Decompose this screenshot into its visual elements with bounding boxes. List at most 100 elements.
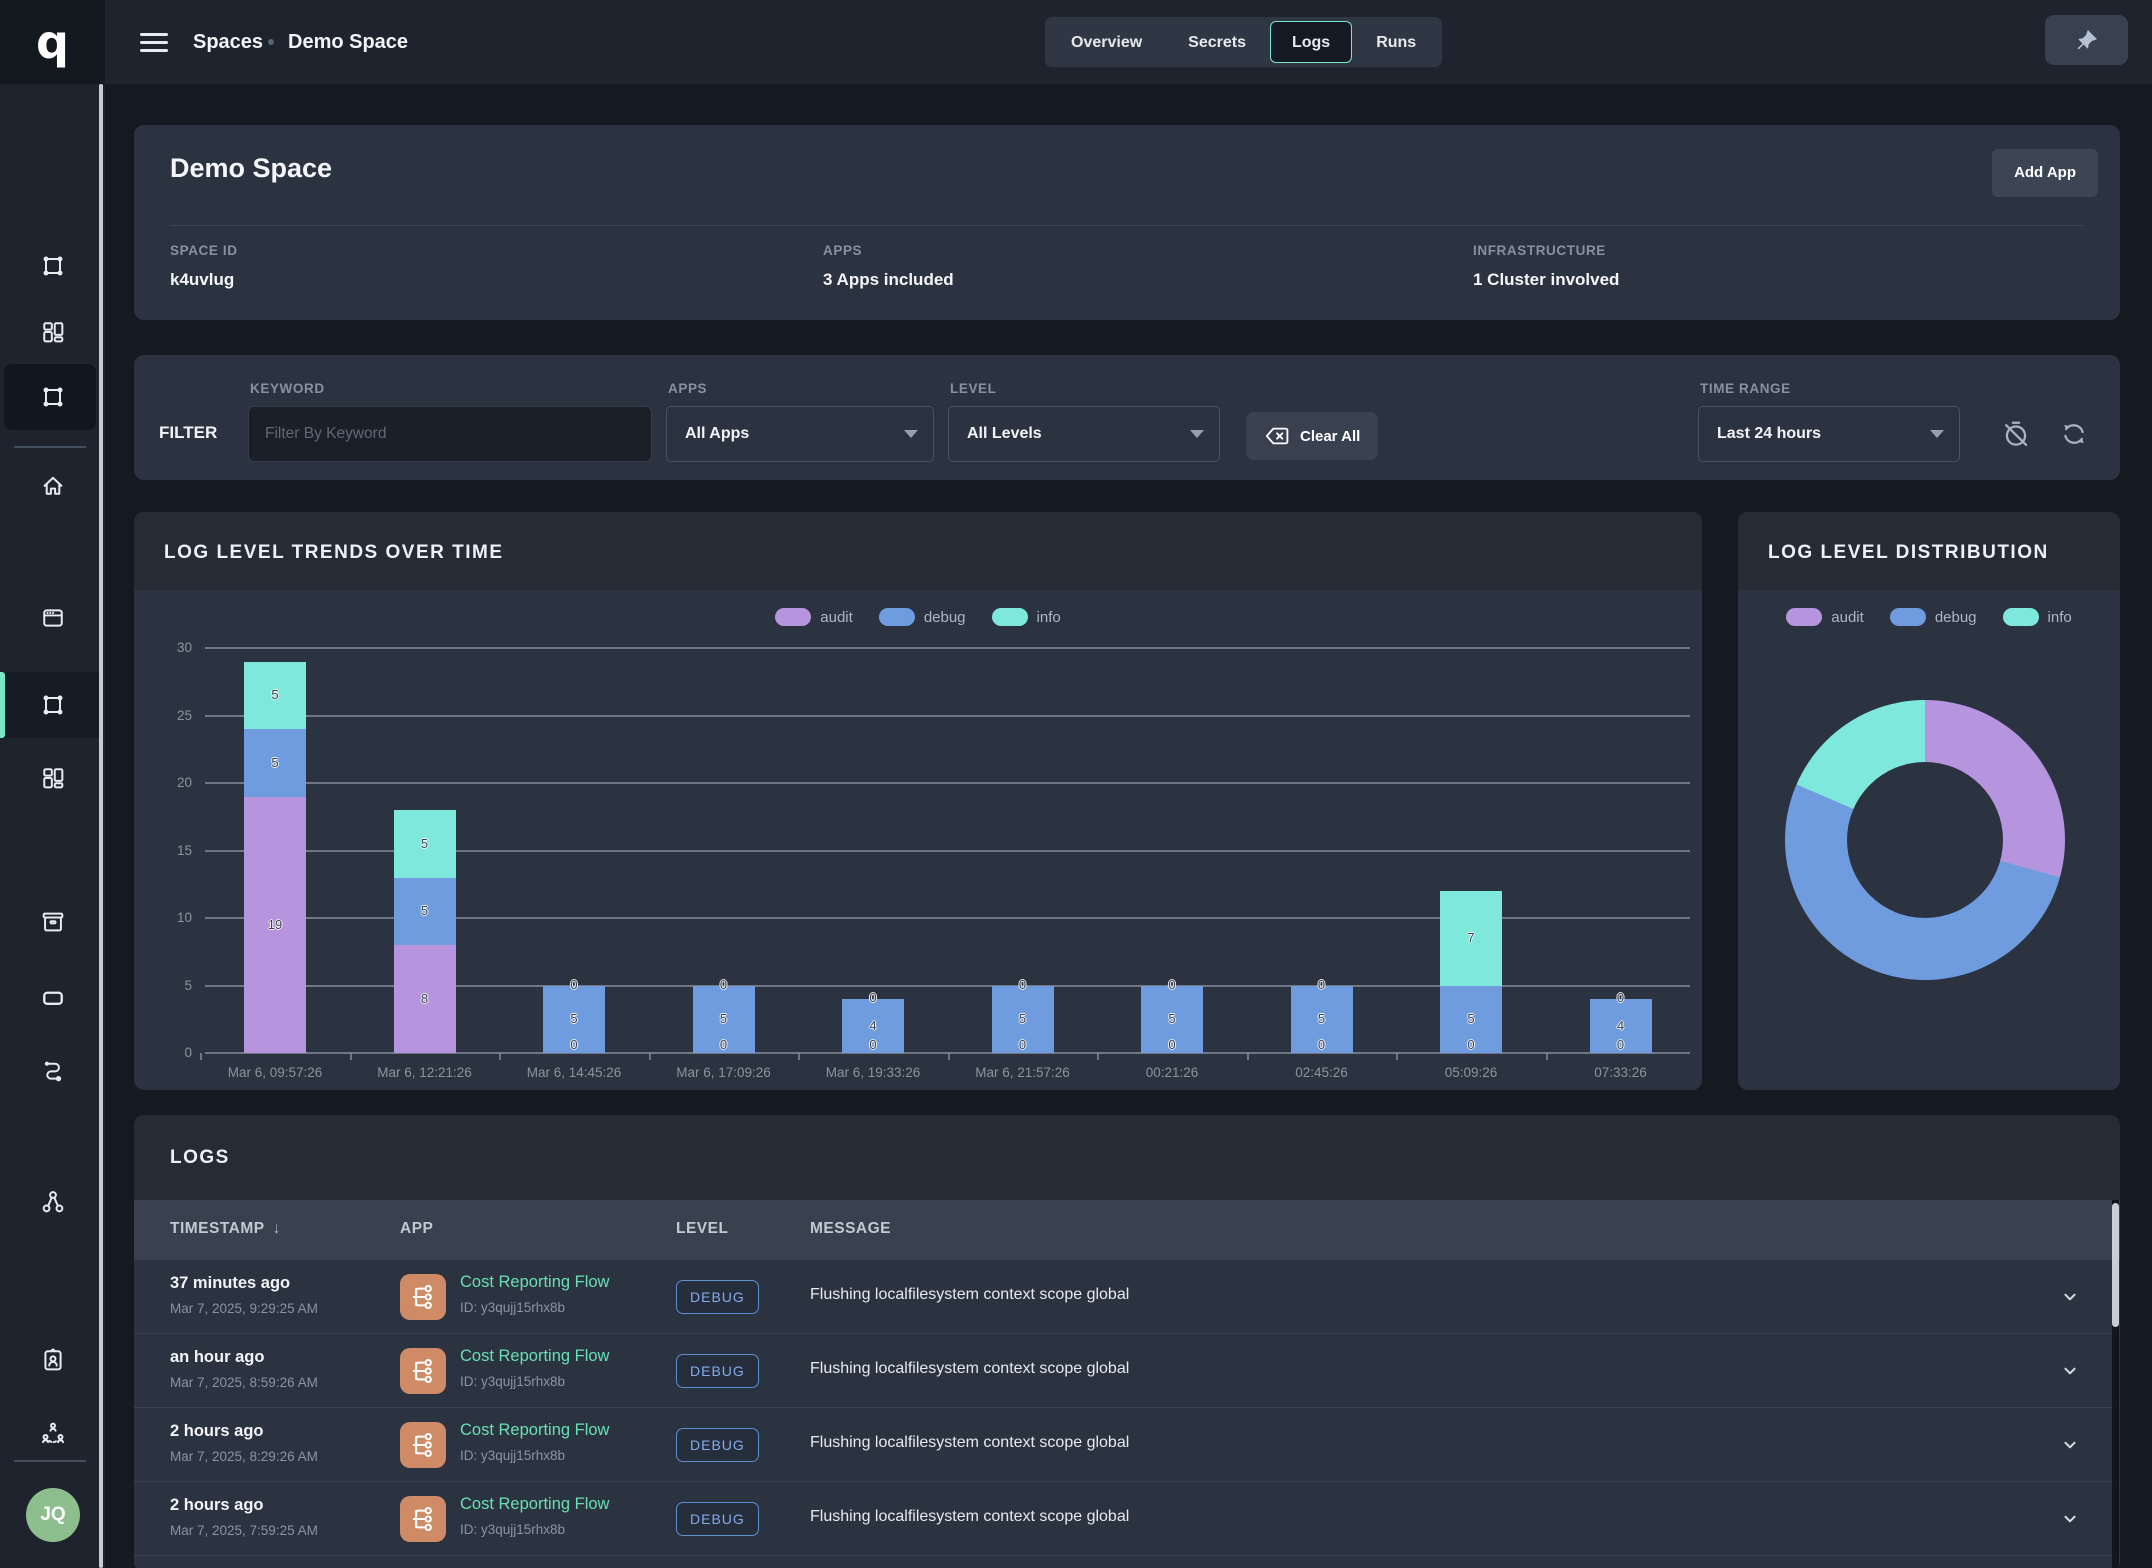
x-axis-label: Mar 6, 14:45:26	[494, 1065, 654, 1080]
log-table-row[interactable]: 2 hours ago Mar 7, 2025, 7:59:25 AM Cost…	[134, 1482, 2120, 1556]
breadcrumb-current: Demo Space	[288, 0, 408, 84]
sidebar-item-card[interactable]	[39, 984, 67, 1012]
x-axis-label: Mar 6, 19:33:26	[793, 1065, 953, 1080]
legend-label: debug	[1935, 609, 1977, 626]
menu-icon[interactable]	[140, 33, 168, 52]
x-axis-label: 07:33:26	[1541, 1065, 1701, 1080]
app-name-link[interactable]: Cost Reporting Flow	[460, 1347, 609, 1366]
app-id: ID: y3qujj15rhx8b	[460, 1448, 565, 1463]
donut-hole	[1847, 762, 2003, 918]
bar-value-label: 5	[394, 903, 456, 918]
log-table-row[interactable]: 2 hours ago Mar 7, 2025, 8:29:26 AM Cost…	[134, 1408, 2120, 1482]
sidebar-item-users[interactable]	[39, 1420, 67, 1448]
sidebar-item-blocks-2[interactable]	[39, 764, 67, 792]
log-level-badge: DEBUG	[676, 1502, 759, 1536]
frame-icon	[39, 383, 67, 411]
blocks-icon	[39, 764, 67, 792]
card-icon	[39, 984, 67, 1012]
space-title: Demo Space	[170, 153, 332, 184]
app-name-link[interactable]: Cost Reporting Flow	[460, 1273, 609, 1292]
sidebar-item-blocks-1[interactable]	[39, 318, 67, 346]
expand-row-button[interactable]	[2059, 1360, 2081, 1382]
x-axis-label: Mar 6, 17:09:26	[644, 1065, 804, 1080]
log-table-row[interactable]	[134, 1556, 2120, 1568]
distribution-chart-body: audit debug info	[1738, 590, 2120, 1090]
bar-zero-label: 0	[543, 1037, 605, 1052]
sort-desc-icon: ↓	[273, 1220, 281, 1237]
log-table-row[interactable]: an hour ago Mar 7, 2025, 8:59:26 AM Cost…	[134, 1334, 2120, 1408]
sidebar-item-id-badge[interactable]	[39, 1346, 67, 1374]
user-avatar[interactable]: JQ	[26, 1488, 80, 1542]
column-header-app: APP	[400, 1220, 433, 1238]
app-name-link[interactable]: Cost Reporting Flow	[460, 1421, 609, 1440]
legend-item-audit[interactable]: audit	[1786, 608, 1864, 626]
log-message: Flushing localfilesystem context scope g…	[810, 1434, 1129, 1452]
log-table-row[interactable]: 37 minutes ago Mar 7, 2025, 9:29:25 AM C…	[134, 1260, 2120, 1334]
tab-secrets[interactable]: Secrets	[1166, 21, 1268, 63]
bar-value-label: 4	[842, 1018, 904, 1033]
sidebar-item-browser[interactable]	[39, 604, 67, 632]
disable-auto-refresh-button[interactable]	[2000, 418, 2032, 450]
legend-item-debug[interactable]: debug	[1890, 608, 1977, 626]
sidebar-item-archive[interactable]	[39, 908, 67, 936]
x-axis-tick	[350, 1053, 352, 1060]
pin-button[interactable]	[2045, 15, 2128, 65]
legend-label: info	[2048, 609, 2072, 626]
bar-zero-label: 0	[842, 990, 904, 1005]
y-axis-tick: 0	[134, 1045, 192, 1060]
time-range-dropdown[interactable]: Last 24 hours	[1698, 406, 1960, 462]
x-axis-label: Mar 6, 21:57:26	[943, 1065, 1103, 1080]
apps-dropdown[interactable]: All Apps	[666, 406, 934, 462]
add-app-button[interactable]: Add App	[1992, 149, 2098, 197]
expand-row-button[interactable]	[2059, 1434, 2081, 1456]
refresh-button[interactable]	[2058, 418, 2090, 450]
bar-zero-label: 0	[1590, 990, 1652, 1005]
tab-overview[interactable]: Overview	[1049, 21, 1164, 63]
infrastructure-value: 1 Cluster involved	[1473, 270, 1619, 290]
app-logo[interactable]: q	[0, 0, 105, 84]
tab-logs[interactable]: Logs	[1270, 21, 1352, 63]
infrastructure-label: INFRASTRUCTURE	[1473, 243, 1619, 258]
chevron-down-icon	[2059, 1434, 2081, 1456]
apps-value: 3 Apps included	[823, 270, 954, 290]
chevron-down-icon	[2059, 1286, 2081, 1308]
sidebar-scrollbar[interactable]	[99, 84, 103, 1568]
sidebar-item-frame-1[interactable]	[39, 252, 67, 280]
breadcrumb-spaces[interactable]: Spaces	[193, 0, 263, 84]
sidebar-item-home[interactable]	[39, 472, 67, 500]
logs-title: LOGS	[170, 1147, 230, 1169]
bar-zero-label: 0	[1291, 977, 1353, 992]
distribution-legend: audit debug info	[1738, 590, 2120, 626]
home-icon	[39, 472, 67, 500]
filter-bar: FILTER KEYWORD APPS All Apps LEVEL All L…	[134, 355, 2120, 480]
app-name-link[interactable]: Cost Reporting Flow	[460, 1495, 609, 1514]
logs-scrollbar-thumb[interactable]	[2112, 1203, 2119, 1327]
bar-zero-label: 0	[1440, 1037, 1502, 1052]
log-distribution-card: LOG LEVEL DISTRIBUTION auditdebuginfo	[1738, 512, 2120, 1090]
log-relative-time: 2 hours ago	[170, 1422, 264, 1441]
sidebar-item-frame-current[interactable]	[39, 691, 67, 719]
bar-value-label: 7	[1440, 930, 1502, 945]
bar-value-label: 5	[244, 687, 306, 702]
level-dropdown[interactable]: All Levels	[948, 406, 1220, 462]
clear-all-button[interactable]: Clear All	[1246, 412, 1378, 460]
users-icon	[39, 1420, 67, 1448]
sidebar-item-route[interactable]	[39, 1056, 67, 1084]
sidebar-item-frame-2[interactable]	[39, 383, 67, 411]
bar-zero-label: 0	[1141, 1037, 1203, 1052]
legend-item-info[interactable]: info	[2003, 608, 2072, 626]
expand-row-button[interactable]	[2059, 1508, 2081, 1530]
breadcrumb-separator	[268, 39, 274, 45]
keyword-input[interactable]	[248, 406, 652, 462]
chevron-down-icon	[1190, 430, 1204, 438]
x-axis-label: 00:21:26	[1092, 1065, 1252, 1080]
column-header-timestamp[interactable]: TIMESTAMP↓	[170, 1220, 281, 1238]
logs-table-body: 37 minutes ago Mar 7, 2025, 9:29:25 AM C…	[134, 1260, 2120, 1568]
log-message: Flushing localfilesystem context scope g…	[810, 1360, 1129, 1378]
space-id-label: SPACE ID	[170, 243, 238, 258]
sidebar-item-network[interactable]	[39, 1188, 67, 1216]
expand-row-button[interactable]	[2059, 1286, 2081, 1308]
log-relative-time: an hour ago	[170, 1348, 264, 1367]
tab-runs[interactable]: Runs	[1354, 21, 1438, 63]
sidebar: JQ	[0, 84, 105, 1568]
